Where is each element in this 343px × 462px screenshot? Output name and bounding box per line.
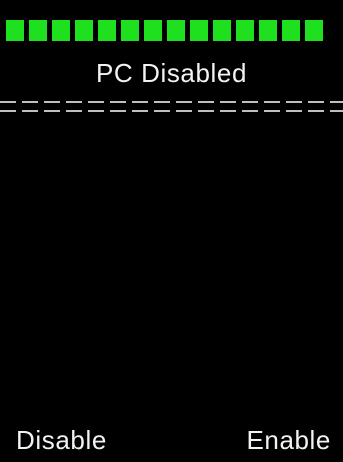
status-bar-segment [75, 20, 93, 41]
status-bar-segment [190, 20, 208, 41]
status-bar-segment [144, 20, 162, 41]
status-bar-segment [259, 20, 277, 41]
screen-title: PC Disabled [95, 58, 248, 88]
status-bar-segment [121, 20, 139, 41]
device-screen: PC Disabled Disable Enable [0, 0, 343, 462]
status-bar-segment [52, 20, 70, 41]
status-bar-segment [236, 20, 254, 41]
enable-softkey[interactable]: Enable [246, 422, 331, 458]
disable-softkey[interactable]: Disable [16, 422, 107, 458]
status-bar-segment [282, 20, 300, 41]
status-bar-segment [305, 20, 323, 41]
status-bar-segment [6, 20, 24, 41]
status-bar-segment [29, 20, 47, 41]
dashed-divider [0, 101, 343, 112]
status-bar-segment [213, 20, 231, 41]
status-bar-segment [167, 20, 185, 41]
status-bar [6, 20, 343, 41]
status-bar-segment [98, 20, 116, 41]
content-area [0, 112, 343, 412]
